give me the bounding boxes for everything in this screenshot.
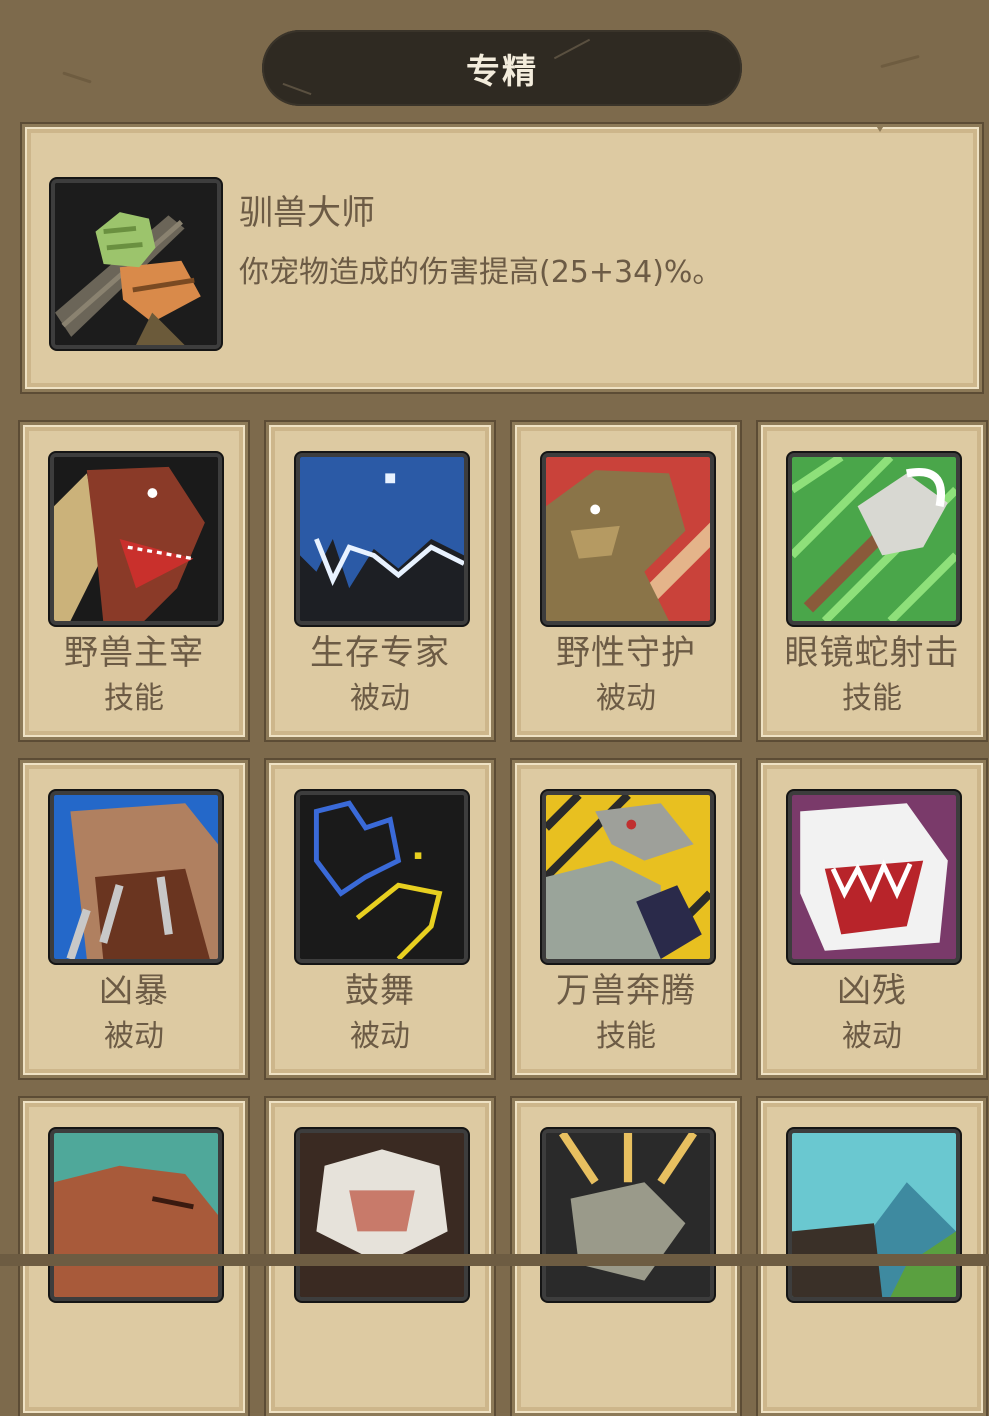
frost-wolf-icon	[296, 453, 468, 625]
page-title: 专精	[466, 51, 538, 92]
talent-card[interactable]: 野性守护 被动	[512, 422, 740, 740]
specialization-panel[interactable]: 驯兽大师 你宠物造成的伤害提高(25+34)%。	[22, 124, 982, 392]
talent-card[interactable]: 凶残 被动	[758, 760, 986, 1078]
talent-name: 凶暴	[99, 971, 169, 1011]
talent-card[interactable]: 生存专家 被动	[266, 422, 494, 740]
dragon-icon	[542, 1129, 714, 1301]
cliff-landscape-icon	[788, 1129, 960, 1301]
bear-icon	[50, 1129, 222, 1301]
talent-type: 被动	[842, 1019, 902, 1054]
wild-beast-icon	[542, 453, 714, 625]
talent-name: 野性守护	[556, 633, 696, 673]
talent-type: 被动	[350, 681, 410, 716]
talent-card[interactable]: 凶暴 被动	[20, 760, 248, 1078]
roar-silhouette-icon	[296, 791, 468, 963]
talent-name: 野兽主宰	[64, 633, 204, 673]
raptor-icon	[50, 453, 222, 625]
background-scratch	[880, 54, 920, 69]
bottom-edge	[0, 1254, 989, 1266]
yeti-icon	[296, 1129, 468, 1301]
talent-type: 技能	[596, 1019, 656, 1054]
background-scratch	[62, 71, 92, 84]
specialization-name: 驯兽大师	[239, 193, 375, 233]
talent-card[interactable]: 万兽奔腾 技能	[512, 760, 740, 1078]
talent-type: 被动	[596, 681, 656, 716]
header-crack	[282, 82, 312, 96]
talent-name: 鼓舞	[345, 971, 415, 1011]
panel-nick	[875, 124, 885, 132]
cobra-arrow-icon	[788, 453, 960, 625]
talent-type: 被动	[350, 1019, 410, 1054]
talent-type: 技能	[842, 681, 902, 716]
stampede-icon	[542, 791, 714, 963]
header-crack	[553, 38, 591, 60]
talent-card[interactable]: 眼镜蛇射击 技能	[758, 422, 986, 740]
talent-card[interactable]: 鼓舞 被动	[266, 760, 494, 1078]
fangs-icon	[788, 791, 960, 963]
talent-name: 万兽奔腾	[556, 971, 696, 1011]
talent-name: 凶残	[837, 971, 907, 1011]
specialization-description: 你宠物造成的伤害提高(25+34)%。	[239, 255, 723, 290]
talent-card[interactable]: 野兽主宰 技能	[20, 422, 248, 740]
beast-master-fist-icon	[51, 179, 221, 349]
talent-name: 生存专家	[310, 633, 450, 673]
claw-icon	[50, 791, 222, 963]
specialization-header: 专精	[262, 30, 742, 106]
talent-type: 被动	[104, 1019, 164, 1054]
talent-type: 技能	[104, 681, 164, 716]
talent-name: 眼镜蛇射击	[784, 633, 960, 673]
